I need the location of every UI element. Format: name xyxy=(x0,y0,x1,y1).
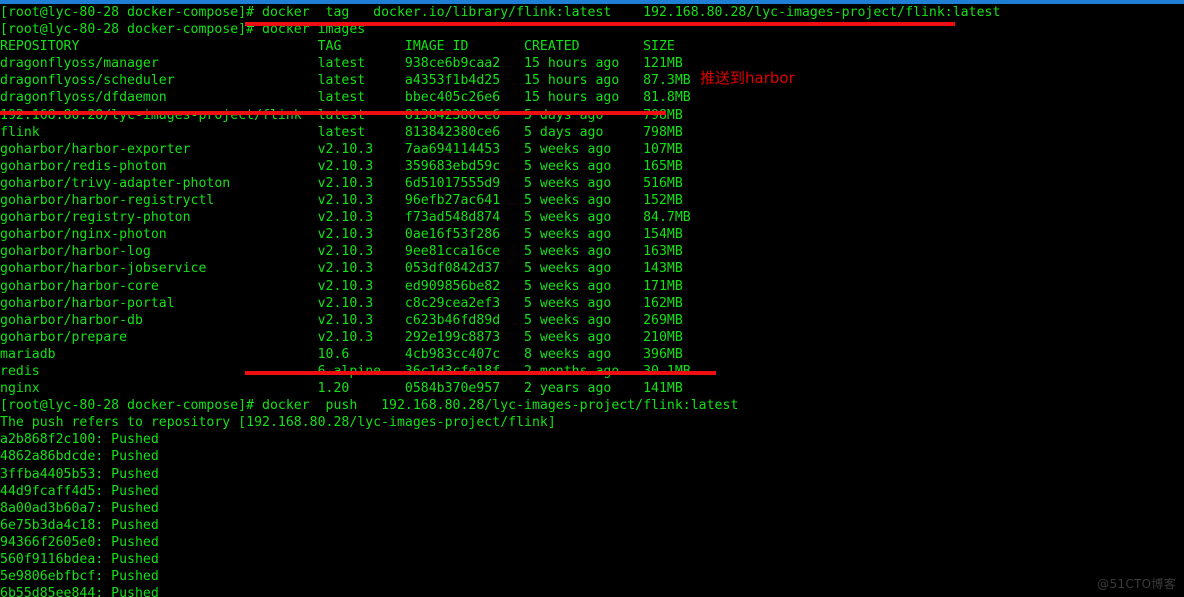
annotation-push-to-harbor: 推送到harbor xyxy=(700,69,795,87)
terminal-line: dragonflyoss/manager latest 938ce6b9caa2… xyxy=(0,56,683,72)
terminal-line: 94366f2605e0: Pushed xyxy=(0,534,159,550)
terminal-line: dragonflyoss/scheduler latest a4353f1b4d… xyxy=(0,73,691,89)
terminal-line: [root@lyc-80-28 docker-compose]# docker … xyxy=(0,398,739,414)
terminal-window: [root@lyc-80-28 docker-compose]# docker … xyxy=(0,0,1184,597)
terminal-line: goharbor/harbor-registryctl v2.10.3 96ef… xyxy=(0,193,683,209)
terminal-line: 4862a86bdcde: Pushed xyxy=(0,449,159,465)
terminal-line: 6e75b3da4c18: Pushed xyxy=(0,517,159,533)
red-underline-push-command xyxy=(245,371,716,375)
terminal-output[interactable]: [root@lyc-80-28 docker-compose]# docker … xyxy=(0,4,1184,597)
terminal-line: goharbor/prepare v2.10.3 292e199c8873 5 … xyxy=(0,329,683,345)
red-underline-tag-command xyxy=(245,22,955,26)
terminal-line: The push refers to repository [192.168.8… xyxy=(0,415,556,431)
terminal-line: goharbor/harbor-exporter v2.10.3 7aa6941… xyxy=(0,141,683,157)
terminal-line: goharbor/registry-photon v2.10.3 f73ad54… xyxy=(0,210,691,226)
terminal-line: goharbor/harbor-portal v2.10.3 c8c29cea2… xyxy=(0,295,683,311)
terminal-line: 44d9fcaff4d5: Pushed xyxy=(0,483,159,499)
terminal-line: flink latest 813842380ce6 5 days ago 798… xyxy=(0,124,683,140)
terminal-line: 8a00ad3b60a7: Pushed xyxy=(0,500,159,516)
terminal-line: 3ffba4405b53: Pushed xyxy=(0,466,159,482)
terminal-line: goharbor/nginx-photon v2.10.3 0ae16f53f2… xyxy=(0,227,683,243)
terminal-line: nginx 1.20 0584b370e957 2 years ago 141M… xyxy=(0,381,683,397)
terminal-line: 192.168.80.28/lyc-images-project/flink l… xyxy=(0,107,683,123)
terminal-line: goharbor/harbor-core v2.10.3 ed909856be8… xyxy=(0,278,683,294)
terminal-line: 560f9116bdea: Pushed xyxy=(0,552,159,567)
terminal-line: 5e9806ebfbcf: Pushed xyxy=(0,569,159,585)
watermark: @51CTO博客 xyxy=(1097,576,1176,591)
terminal-line: goharbor/redis-photon v2.10.3 359683ebd5… xyxy=(0,158,683,174)
terminal-line: REPOSITORY TAG IMAGE ID CREATED SIZE xyxy=(0,39,675,55)
terminal-line: mariadb 10.6 4cb983cc407c 8 weeks ago 39… xyxy=(0,346,683,362)
red-underline-flink-repo-row xyxy=(0,111,666,115)
terminal-line: dragonflyoss/dfdaemon latest bbec405c26e… xyxy=(0,90,691,106)
terminal-line: [root@lyc-80-28 docker-compose]# docker … xyxy=(0,5,1001,20)
terminal-line: goharbor/harbor-log v2.10.3 9ee81cca16ce… xyxy=(0,244,683,260)
terminal-line: goharbor/trivy-adapter-photon v2.10.3 6d… xyxy=(0,175,683,191)
terminal-line: 6b55d85ee844: Pushed xyxy=(0,586,159,597)
terminal-line: goharbor/harbor-jobservice v2.10.3 053df… xyxy=(0,261,683,277)
terminal-line: a2b868f2c100: Pushed xyxy=(0,432,159,448)
terminal-line: goharbor/harbor-db v2.10.3 c623b46fd89d … xyxy=(0,312,683,328)
